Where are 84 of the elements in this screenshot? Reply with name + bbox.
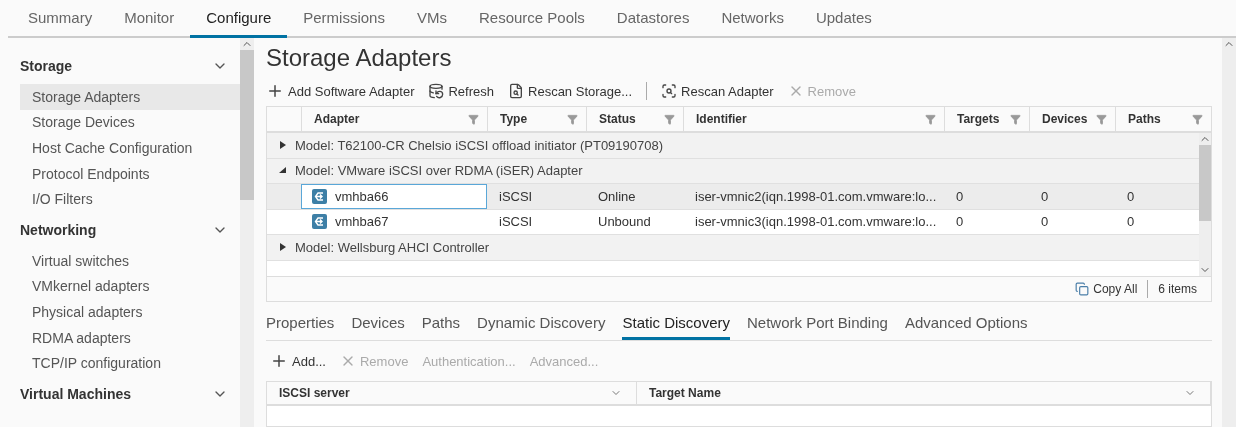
- nav-tab[interactable]: Monitor: [108, 0, 191, 38]
- nav-tab[interactable]: Summary: [12, 0, 109, 38]
- column-header[interactable]: Devices: [1029, 107, 1115, 131]
- plus-icon: [270, 352, 288, 370]
- column-header[interactable]: Adapter: [301, 107, 487, 131]
- copy-all-button[interactable]: Copy All: [1075, 282, 1138, 296]
- table-cell: vmhba67: [335, 214, 389, 230]
- filter-icon[interactable]: [468, 113, 479, 125]
- sidebar-item[interactable]: Virtual switches: [20, 247, 240, 274]
- sidebar-item[interactable]: Physical adapters: [20, 299, 240, 325]
- scan-search-icon: [661, 83, 678, 99]
- triangle-right-icon: [279, 243, 287, 252]
- sidebar-item[interactable]: Host Cache Configuration: [20, 135, 240, 161]
- section-header[interactable]: Virtual Machines: [20, 375, 240, 412]
- table-cell-text: 0: [1126, 187, 1136, 206]
- detail-tab[interactable]: Properties: [266, 308, 335, 340]
- group-row[interactable]: Model: VMware iSCSI over RDMA (iSER) Adapter: [267, 158, 1199, 184]
- toolbar-button[interactable]: Add Software Adapter: [266, 82, 415, 100]
- item-count: 6 items: [1158, 282, 1197, 296]
- column-header[interactable]: Paths: [1115, 107, 1211, 131]
- table-cell-text: iser-vmnic2(iqn.1998-01.com.vmware:lo...: [694, 187, 938, 206]
- table-cell-text: iSCSI: [498, 213, 534, 232]
- triangle-right-icon: [279, 141, 287, 150]
- sidebar-item[interactable]: Protocol Endpoints: [20, 160, 240, 187]
- plus-icon: [266, 82, 284, 100]
- document-search-icon: [508, 83, 524, 99]
- scrollbar[interactable]: [240, 38, 254, 427]
- filter-icon[interactable]: [664, 113, 675, 125]
- detail-tab[interactable]: Paths: [421, 308, 461, 340]
- sidebar-item[interactable]: VMkernel adapters: [20, 273, 240, 300]
- table-cell-text: iSCSI: [498, 187, 534, 206]
- table-cell-text: 0: [955, 213, 965, 232]
- nav-tab[interactable]: Updates: [799, 0, 888, 38]
- nav-tab[interactable]: VMs: [400, 0, 463, 38]
- table-cell-text: 0: [1040, 187, 1050, 206]
- sidebar-item[interactable]: I/O Filters: [20, 186, 240, 212]
- table-cell-text: Online: [597, 187, 637, 206]
- column-header[interactable]: ISCSI server: [267, 382, 637, 404]
- table-cell: vmhba66: [335, 188, 389, 204]
- scrollbar[interactable]: [1199, 133, 1211, 276]
- database-refresh-icon: [428, 83, 445, 99]
- filter-icon[interactable]: [925, 113, 936, 125]
- nav-tab[interactable]: Permissions: [287, 0, 401, 38]
- copy-icon: [1075, 282, 1090, 296]
- nav-tab[interactable]: Resource Pools: [462, 0, 601, 38]
- filter-icon[interactable]: [1096, 113, 1107, 125]
- detail-tab[interactable]: Dynamic Discovery: [477, 308, 606, 340]
- toolbar-button[interactable]: Refresh: [428, 83, 494, 99]
- adapter-icon: [312, 188, 327, 204]
- detail-tab[interactable]: Advanced Options: [904, 308, 1028, 340]
- table-row[interactable]: vmhba66 iSCSI Online iser-vmnic2(iqn.1998-01.com.vmware:lo... 0 0 0: [267, 184, 1199, 210]
- group-row[interactable]: Model: Wellsburg AHCI Controller: [267, 235, 1199, 261]
- column-header[interactable]: Status: [586, 107, 683, 131]
- adapter-icon: [312, 214, 327, 230]
- table-cell-text: iser-vmnic3(iqn.1998-01.com.vmware:lo...: [694, 213, 938, 232]
- toolbar-button[interactable]: Add...: [270, 352, 326, 370]
- toolbar-button[interactable]: Rescan Adapter: [661, 83, 774, 99]
- table-cell-text: 0: [955, 187, 965, 206]
- section-header[interactable]: Storage: [20, 48, 240, 84]
- table-cell-text: Unbound: [597, 213, 652, 232]
- column-header[interactable]: Identifier: [683, 107, 944, 131]
- sidebar-item[interactable]: RDMA adapters: [20, 324, 240, 351]
- toolbar-button[interactable]: Rescan Storage...: [508, 83, 633, 99]
- sidebar-item[interactable]: TCP/IP configuration: [20, 350, 240, 376]
- page-title: Storage Adapters: [266, 44, 453, 73]
- nav-tab[interactable]: Networks: [705, 0, 800, 38]
- column-header[interactable]: Targets: [944, 107, 1029, 131]
- nav-tab[interactable]: Datastores: [600, 0, 706, 38]
- filter-icon[interactable]: [1010, 113, 1021, 125]
- scrollbar[interactable]: [1222, 38, 1236, 427]
- detail-tab[interactable]: Network Port Binding: [747, 308, 888, 340]
- table-cell-text: 0: [1126, 213, 1136, 232]
- sidebar-item[interactable]: Storage Adapters: [20, 84, 240, 110]
- section-header[interactable]: Networking: [20, 211, 240, 248]
- triangle-down-icon: [279, 166, 287, 175]
- detail-tab[interactable]: Devices: [351, 308, 405, 340]
- filter-icon[interactable]: [1192, 113, 1203, 125]
- column-header[interactable]: Type: [487, 107, 586, 131]
- column-header[interactable]: Target Name: [637, 382, 1211, 404]
- table-cell-text: 0: [1040, 213, 1050, 232]
- sidebar-item[interactable]: Storage Devices: [20, 109, 240, 136]
- filter-icon[interactable]: [567, 113, 578, 125]
- detail-tab[interactable]: Static Discovery: [622, 308, 730, 340]
- group-row[interactable]: Model: T62100-CR Chelsio iSCSI offload initiator (PT09190708): [267, 133, 1199, 159]
